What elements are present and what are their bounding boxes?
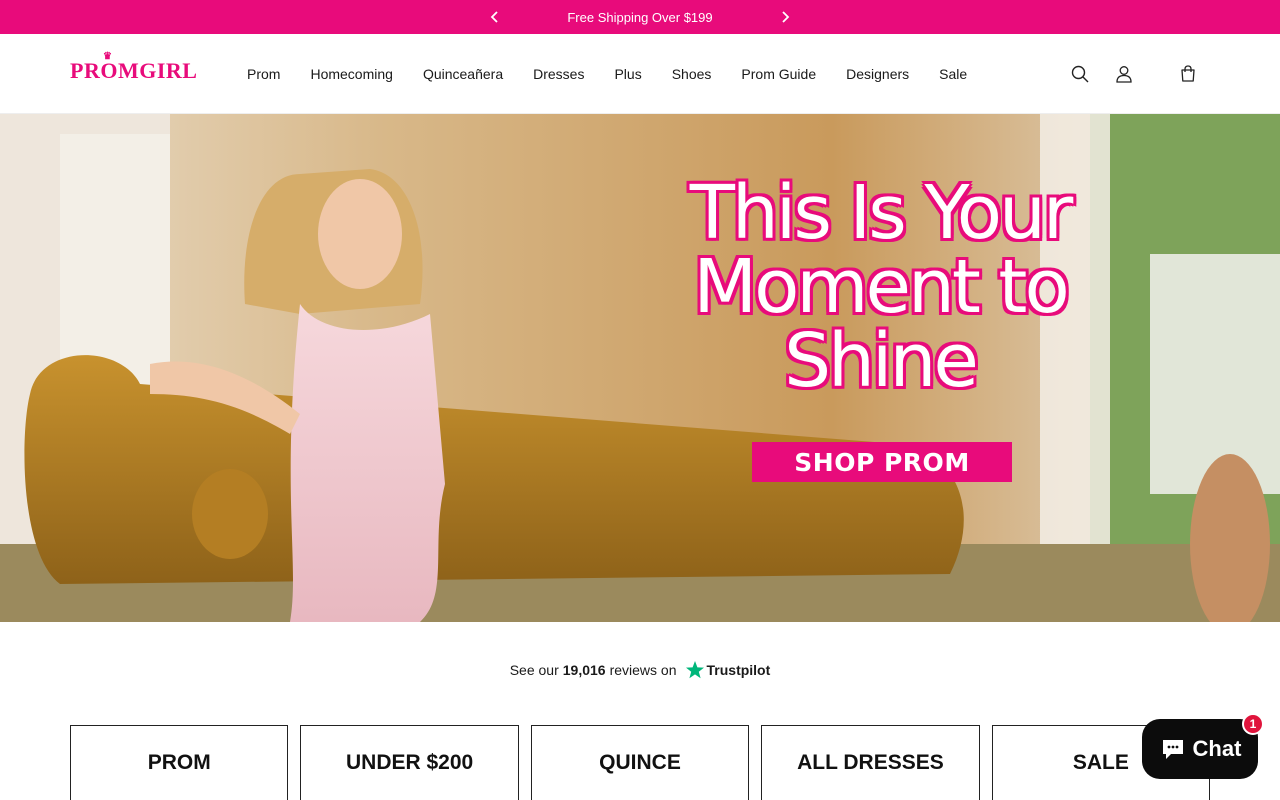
account-icon [1116, 66, 1132, 83]
hero-banner[interactable]: This Is Your Moment to Shine SHOP PROM [0, 114, 1280, 622]
category-tile-prom[interactable]: PROM [70, 725, 289, 800]
chat-bubble-icon [1162, 740, 1183, 759]
category-tiles: PROM UNDER $200 QUINCE ALL DRESSES SALE [70, 725, 1211, 800]
chevron-right-icon [782, 11, 790, 23]
chevron-left-icon [490, 11, 498, 23]
announcement-text: Free Shipping Over $199 [567, 9, 713, 25]
nav-item-shoes[interactable]: Shoes [657, 66, 727, 82]
hero-headline-line-3: Shine [784, 318, 979, 404]
nav-item-sale[interactable]: Sale [924, 66, 982, 82]
nav-item-designers[interactable]: Designers [831, 66, 924, 82]
chat-button[interactable]: Chat 1 [1142, 713, 1264, 779]
account-button[interactable] [1102, 52, 1146, 96]
trustpilot-widget[interactable]: See our 19,016 reviews on Trustpilot [0, 660, 1280, 680]
trustpilot-brand: Trustpilot [706, 662, 771, 678]
header-actions [1058, 34, 1210, 114]
category-tile-all-dresses[interactable]: ALL DRESSES [761, 725, 980, 800]
nav-item-plus[interactable]: Plus [599, 66, 656, 82]
announcement-bar: Free Shipping Over $199 [0, 0, 1280, 34]
trustpilot-logo: Trustpilot [685, 660, 771, 680]
chat-label: Chat [1192, 736, 1242, 761]
trustpilot-review-count: 19,016 [562, 662, 606, 678]
site-header: ♛ PROMGIRL Prom Homecoming Quinceañera D… [0, 34, 1280, 114]
main-nav: Prom Homecoming Quinceañera Dresses Plus… [232, 34, 982, 114]
search-button[interactable] [1058, 52, 1102, 96]
category-tile-quince[interactable]: QUINCE [530, 725, 750, 800]
nav-item-prom-guide[interactable]: Prom Guide [726, 66, 831, 82]
nav-item-quinceanera[interactable]: Quinceañera [408, 66, 518, 82]
trustpilot-star-icon [685, 661, 704, 679]
trustpilot-prefix: See our [509, 662, 559, 678]
announcement-next-button[interactable] [770, 2, 800, 32]
announcement-prev-button[interactable] [480, 2, 510, 32]
shop-prom-button[interactable]: SHOP PROM [752, 442, 1012, 482]
nav-item-homecoming[interactable]: Homecoming [295, 66, 407, 82]
nav-item-dresses[interactable]: Dresses [518, 66, 599, 82]
nav-item-prom[interactable]: Prom [232, 66, 295, 82]
hero-headline-line-2: Moment to [693, 244, 1069, 330]
hero-headline-line-1: This Is Your [689, 170, 1074, 256]
site-logo[interactable]: ♛ PROMGIRL [70, 51, 198, 84]
cart-button[interactable] [1166, 52, 1210, 96]
cart-icon [1181, 65, 1195, 82]
chat-notification-badge: 1 [1242, 713, 1264, 735]
hero-headline: This Is Your Moment to Shine [660, 176, 1100, 398]
logo-text: PROMGIRL [70, 58, 198, 83]
trustpilot-suffix: reviews on [609, 662, 677, 678]
category-tile-under-200[interactable]: UNDER $200 [300, 725, 519, 800]
crown-icon: ♛ [103, 51, 113, 62]
search-icon [1071, 65, 1089, 83]
